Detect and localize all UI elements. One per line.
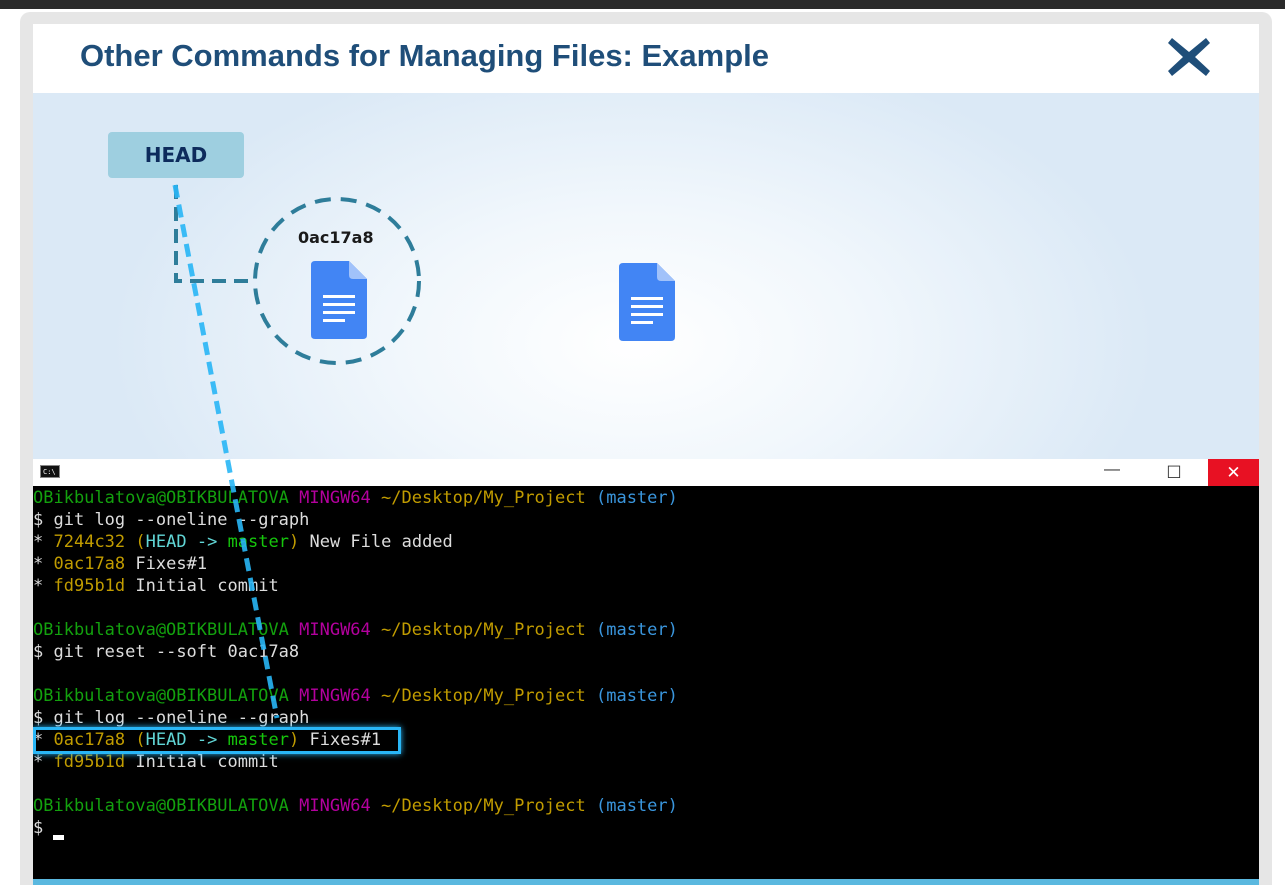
prompt-line: OBikbulatova@OBIKBULATOVA MINGW64 ~/Desk… [33, 686, 678, 706]
text-cursor [53, 835, 64, 840]
slide-bottom-bar [33, 879, 1259, 885]
close-window-button[interactable]: ✕ [1208, 459, 1259, 486]
minimize-button[interactable]: — [1083, 459, 1141, 486]
commit-hash-label: 0ac17a8 [298, 228, 374, 247]
terminal-console[interactable]: OBikbulatova@OBIKBULATOVA MINGW64 ~/Desk… [33, 486, 1259, 879]
log-line: * fd95b1d Initial commit [33, 576, 279, 596]
close-x-icon[interactable] [1166, 34, 1212, 80]
slide-header: Other Commands for Managing Files: Examp… [33, 24, 1259, 93]
command-line: $ git log --oneline --graph [33, 510, 310, 530]
terminal-window: C:\ — ☐ ✕ OBikbulatova@OBIKBULATOVA MING… [33, 459, 1259, 879]
command-line: $ git reset --soft 0ac17a8 [33, 642, 300, 662]
prompt-line: OBikbulatova@OBIKBULATOVA MINGW64 ~/Desk… [33, 620, 678, 640]
commit-diagram: HEAD 0ac17a8 [33, 93, 1259, 459]
log-line: * 7244c32 (HEAD -> master) New File adde… [33, 532, 453, 552]
slide-title: Other Commands for Managing Files: Examp… [80, 38, 770, 73]
terminal-titlebar: C:\ — ☐ ✕ [33, 459, 1259, 486]
head-connector-line [174, 185, 255, 283]
prompt-line: OBikbulatova@OBIKBULATOVA MINGW64 ~/Desk… [33, 488, 678, 508]
document-icon [619, 263, 675, 341]
document-icon [311, 261, 367, 339]
command-line: $ git log --oneline --graph [33, 708, 310, 728]
log-line: * 0ac17a8 Fixes#1 [33, 554, 208, 574]
highlight-box [33, 727, 401, 754]
browser-top-strip [0, 0, 1285, 9]
command-line: $ [33, 818, 44, 838]
maximize-button[interactable]: ☐ [1145, 459, 1203, 486]
prompt-line: OBikbulatova@OBIKBULATOVA MINGW64 ~/Desk… [33, 796, 678, 816]
log-line: * fd95b1d Initial commit [33, 752, 279, 772]
slide-modal: Other Commands for Managing Files: Examp… [33, 24, 1259, 885]
command-prompt-icon: C:\ [40, 465, 60, 478]
